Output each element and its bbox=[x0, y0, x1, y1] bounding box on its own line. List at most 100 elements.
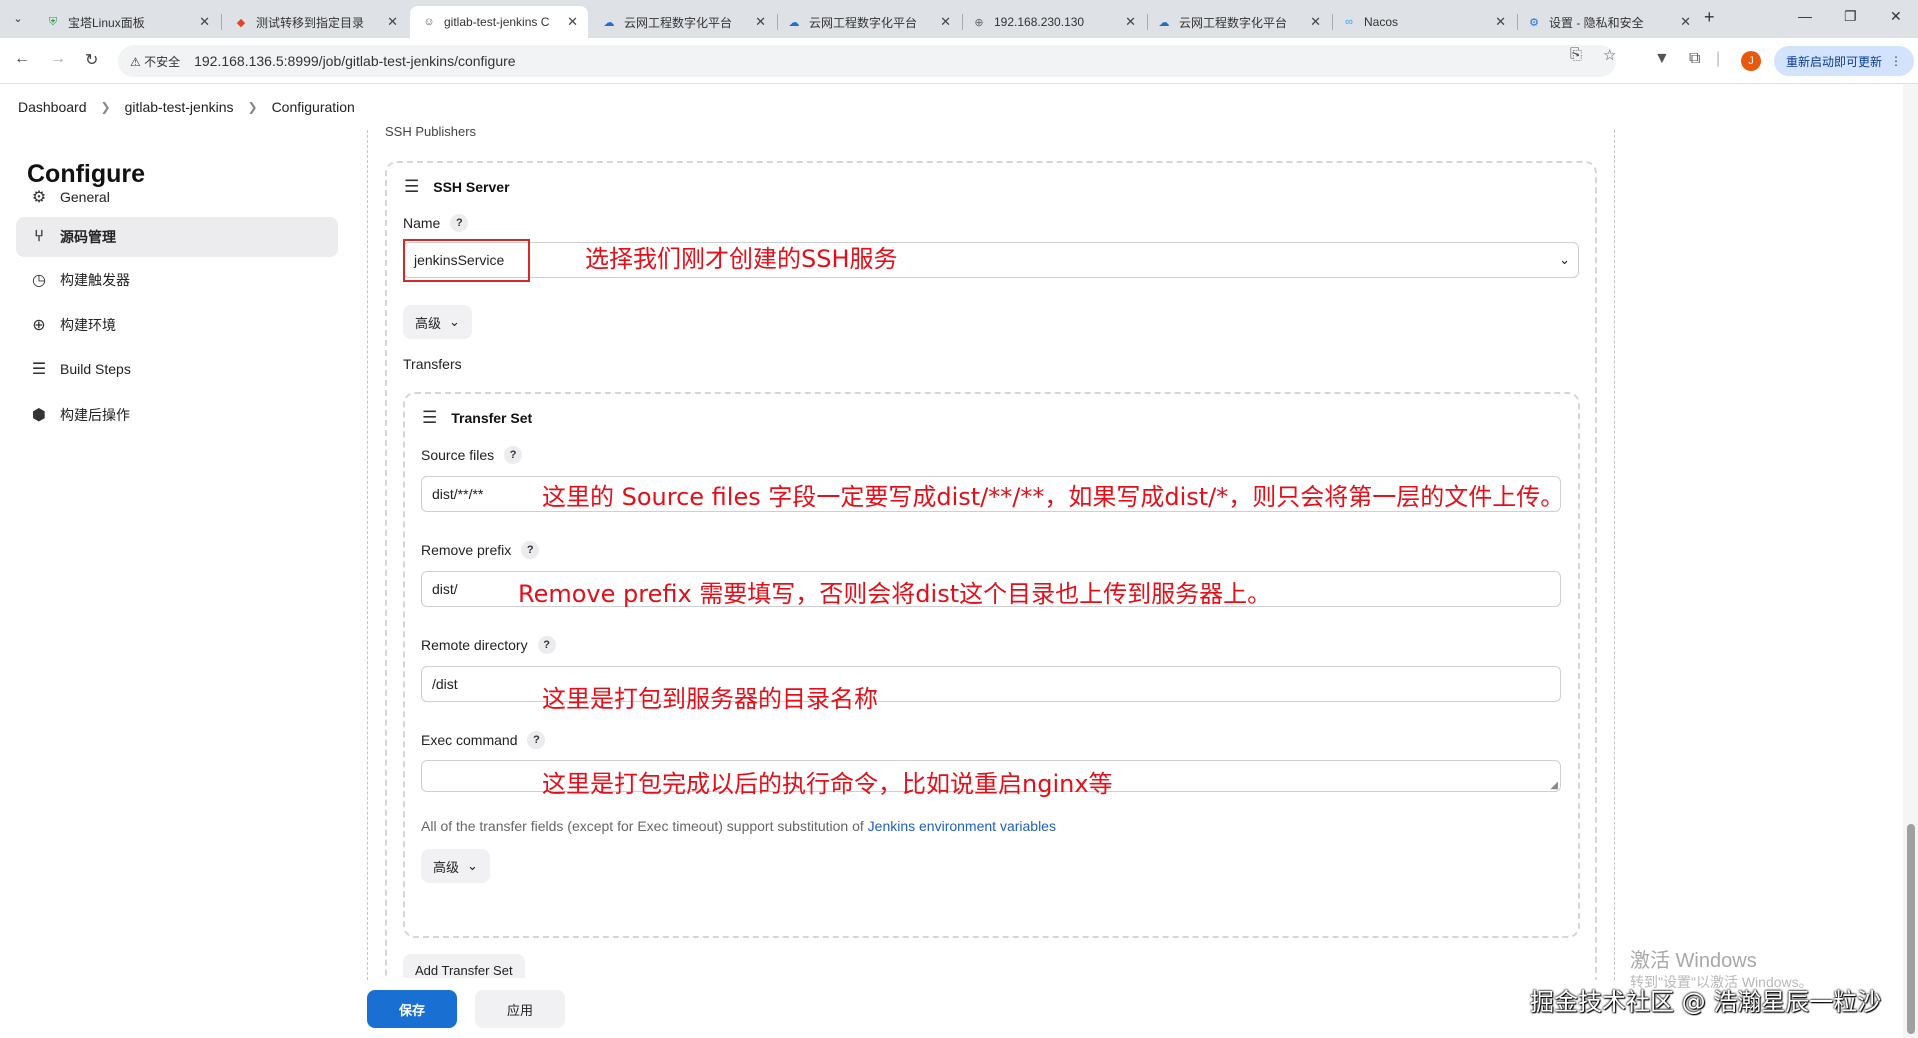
sidebar-item-label: Build Steps bbox=[60, 361, 131, 377]
close-icon[interactable]: ✕ bbox=[387, 14, 398, 30]
sidebar-item-label: 构建环境 bbox=[60, 317, 116, 333]
help-icon[interactable]: ? bbox=[527, 731, 546, 749]
source-files-text: Source files bbox=[421, 447, 495, 463]
breadcrumb-job[interactable]: gitlab-test-jenkins bbox=[125, 99, 234, 115]
close-icon[interactable]: ✕ bbox=[1680, 14, 1691, 30]
relaunch-update-button[interactable]: 重新启动即可更新 ⋮ bbox=[1774, 46, 1915, 76]
env-variables-link[interactable]: Jenkins environment variables bbox=[868, 818, 1056, 834]
breadcrumb-configuration[interactable]: Configuration bbox=[272, 99, 355, 115]
more-vertical-icon[interactable]: ⋮ bbox=[1890, 54, 1902, 68]
breadcrumb-dashboard[interactable]: Dashboard bbox=[18, 99, 87, 115]
drag-handle-icon[interactable]: ☰ bbox=[422, 408, 437, 428]
puzzle-icon[interactable]: ⧉ bbox=[1689, 50, 1700, 68]
annotation-exec-command: 这里是打包完成以后的执行命令，比如说重启nginx等 bbox=[542, 770, 1113, 798]
configure-sidebar: Configure ⚙ General ⑂ 源码管理 ◷ 构建触发器 ⊕ 构建环… bbox=[0, 130, 360, 1038]
browser-tab[interactable]: ⛨ 宝塔Linux面板 ✕ bbox=[34, 6, 220, 38]
cloud-icon: ☁ bbox=[603, 16, 615, 29]
sidebar-item-build-environment[interactable]: ⊕ 构建环境 bbox=[16, 305, 338, 345]
shield-icon: ⛨ bbox=[48, 15, 58, 28]
restore-icon[interactable]: ❐ bbox=[1844, 8, 1857, 25]
breadcrumb: Dashboard ❯ gitlab-test-jenkins ❯ Config… bbox=[0, 84, 1918, 130]
browser-tab[interactable]: ☁ 云网工程数字化平台 ✕ bbox=[1145, 6, 1331, 38]
browser-tab[interactable]: ☁ 云网工程数字化平台 ✕ bbox=[590, 6, 776, 38]
add-transfer-set-button[interactable]: Add Transfer Set bbox=[403, 954, 525, 978]
browser-tab-active[interactable]: ☺ gitlab-test-jenkins C ✕ bbox=[410, 6, 588, 38]
help-icon[interactable]: ? bbox=[450, 214, 469, 232]
page-scrollbar[interactable] bbox=[1903, 84, 1918, 1038]
close-icon[interactable]: ✕ bbox=[567, 14, 578, 30]
branch-icon: ⑂ bbox=[34, 228, 44, 245]
annotation-source-files: 这里的 Source files 字段一定要写成dist/**/**，如果写成d… bbox=[542, 483, 1565, 511]
sidebar-item-post-build-actions[interactable]: ⬢ 构建后操作 bbox=[16, 395, 338, 435]
help-icon[interactable]: ? bbox=[504, 446, 523, 464]
bookmark-star-icon[interactable]: ☆ bbox=[1603, 46, 1616, 64]
browser-tab[interactable]: ☁ 云网工程数字化平台 ✕ bbox=[775, 6, 961, 38]
advanced-button[interactable]: 高级 ⌄ bbox=[421, 849, 490, 883]
add-transfer-set-label: Add Transfer Set bbox=[415, 963, 513, 978]
drag-handle-icon[interactable]: ☰ bbox=[404, 177, 419, 197]
clock-icon: ◷ bbox=[32, 272, 46, 289]
back-arrow-icon[interactable]: ← bbox=[14, 50, 30, 68]
tab-search-chevron-icon[interactable]: ⌄ bbox=[6, 8, 30, 30]
address-bar[interactable]: ⚠ 不安全 192.168.136.5:8999/job/gitlab-test… bbox=[118, 45, 1616, 77]
window-close-icon[interactable]: ✕ bbox=[1890, 8, 1902, 25]
source-files-value: dist/**/** bbox=[432, 486, 484, 502]
close-icon[interactable]: ✕ bbox=[1310, 14, 1321, 30]
reload-icon[interactable]: ↻ bbox=[85, 50, 98, 70]
globe-icon: ⊕ bbox=[974, 16, 984, 29]
exec-command-text: Exec command bbox=[421, 732, 518, 748]
browser-tab[interactable]: ∞ Nacos ✕ bbox=[1330, 6, 1516, 38]
forward-arrow-icon[interactable]: → bbox=[50, 50, 66, 68]
gear-icon: ⚙ bbox=[1529, 16, 1539, 29]
sidebar-item-source-management[interactable]: ⑂ 源码管理 bbox=[16, 217, 338, 257]
close-icon[interactable]: ✕ bbox=[940, 14, 951, 30]
security-indicator[interactable]: ⚠ 不安全 bbox=[130, 53, 180, 70]
toolbar-divider: | bbox=[1716, 50, 1721, 67]
minimize-icon[interactable]: — bbox=[1798, 8, 1812, 24]
help-icon[interactable]: ? bbox=[537, 636, 556, 654]
tab-title: 云网工程数字化平台 bbox=[624, 15, 733, 30]
extension-icon[interactable]: ▼ bbox=[1654, 50, 1670, 68]
note-text: All of the transfer fields (except for E… bbox=[421, 818, 868, 834]
close-icon[interactable]: ✕ bbox=[199, 14, 210, 30]
remote-directory-text: Remote directory bbox=[421, 637, 528, 653]
relaunch-label: 重新启动即可更新 bbox=[1786, 54, 1883, 69]
avatar[interactable]: J bbox=[1741, 51, 1761, 71]
sidebar-item-general[interactable]: ⚙ General bbox=[16, 177, 338, 217]
scrollbar-thumb[interactable] bbox=[1907, 824, 1915, 1034]
browser-tab[interactable]: ⊕ 192.168.230.130 ✕ bbox=[960, 6, 1146, 38]
tab-title: Nacos bbox=[1364, 15, 1399, 29]
tab-title: gitlab-test-jenkins C bbox=[444, 15, 550, 29]
remove-prefix-value: dist/ bbox=[432, 581, 458, 597]
annotation-remove-prefix: Remove prefix 需要填写，否则会将dist这个目录也上传到服务器上。 bbox=[518, 580, 1272, 608]
transfer-set-box bbox=[403, 392, 1580, 938]
substitution-note: All of the transfer fields (except for E… bbox=[421, 818, 1056, 834]
help-icon[interactable]: ? bbox=[521, 541, 540, 559]
transfers-text: Transfers bbox=[403, 356, 462, 372]
sidebar-item-label: 构建后操作 bbox=[60, 407, 130, 423]
sidebar-item-label: 构建触发器 bbox=[60, 272, 130, 288]
new-tab-plus-icon[interactable]: + bbox=[1704, 7, 1715, 28]
cloud-icon: ☁ bbox=[1158, 16, 1170, 29]
close-icon[interactable]: ✕ bbox=[1495, 14, 1506, 30]
save-button[interactable]: 保存 bbox=[367, 990, 457, 1028]
resize-grip-icon[interactable]: ◢ bbox=[1550, 780, 1558, 791]
exec-command-label: Exec command ? bbox=[421, 731, 546, 749]
remove-prefix-label: Remove prefix ? bbox=[421, 541, 540, 559]
chevron-down-icon: ⌄ bbox=[1559, 252, 1570, 267]
browser-tab[interactable]: ◆ 测试转移到指定目录 ✕ bbox=[222, 6, 408, 38]
annotation-remote-directory: 这里是打包到服务器的目录名称 bbox=[542, 685, 878, 713]
apply-button[interactable]: 应用 bbox=[475, 990, 565, 1028]
ssh-server-name-select[interactable]: jenkinsService ⌄ bbox=[403, 242, 1579, 278]
sidebar-item-build-steps[interactable]: ☰ Build Steps bbox=[16, 349, 338, 389]
sidebar-item-build-triggers[interactable]: ◷ 构建触发器 bbox=[16, 260, 338, 300]
advanced-button[interactable]: 高级 ⌄ bbox=[403, 305, 472, 339]
tab-title: 云网工程数字化平台 bbox=[1179, 15, 1288, 30]
translate-icon[interactable]: ⎘ bbox=[1570, 46, 1582, 63]
browser-tab[interactable]: ⚙ 设置 - 隐私和安全 ✕ bbox=[1515, 6, 1701, 38]
annotation-ssh-server: 选择我们刚才创建的SSH服务 bbox=[585, 245, 898, 273]
close-icon[interactable]: ✕ bbox=[1125, 14, 1136, 30]
remote-directory-value: /dist bbox=[432, 676, 458, 692]
url-text: 192.168.136.5:8999/job/gitlab-test-jenki… bbox=[194, 53, 516, 69]
close-icon[interactable]: ✕ bbox=[755, 14, 766, 30]
